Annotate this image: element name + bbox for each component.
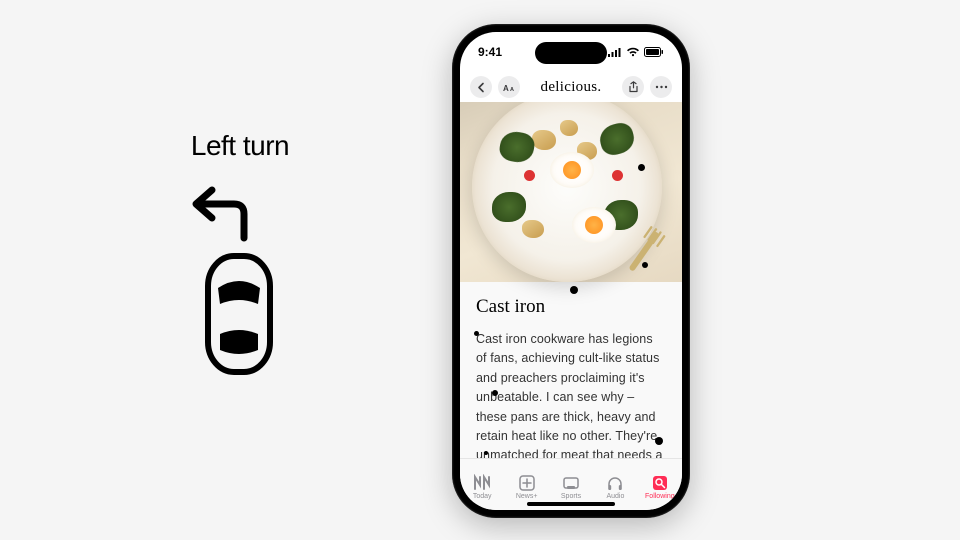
- motion-dot: [474, 331, 479, 336]
- phone-frame: 9:41: [452, 24, 690, 518]
- article-body: Cast iron cookware has legions of fans, …: [476, 330, 666, 458]
- dynamic-island: [535, 42, 607, 64]
- article-scroll[interactable]: Cast iron Cast iron cookware has legions…: [460, 102, 682, 458]
- tab-today[interactable]: Today: [460, 459, 504, 510]
- motion-dot: [570, 286, 578, 294]
- left-turn-diagram: Left turn: [120, 130, 360, 382]
- section-title: Cast iron: [476, 296, 666, 318]
- nav-bar: AA delicious.: [460, 72, 682, 102]
- arrow-and-car-icon: [160, 172, 320, 382]
- headphones-icon: [606, 474, 624, 492]
- motion-dot: [484, 451, 488, 455]
- phone-screen: 9:41: [460, 32, 682, 510]
- tab-following[interactable]: Following: [638, 459, 682, 510]
- status-time: 9:41: [478, 45, 502, 59]
- tab-label: Sports: [561, 493, 581, 500]
- hero-image: [460, 102, 682, 282]
- tab-label: News+: [516, 493, 538, 500]
- diagram-title: Left turn: [120, 130, 360, 162]
- motion-dot: [492, 390, 498, 396]
- signal-icon: [608, 47, 622, 57]
- svg-text:A: A: [510, 87, 514, 93]
- motion-dot: [642, 262, 648, 268]
- text-size-button[interactable]: AA: [498, 76, 520, 98]
- wifi-icon: [626, 47, 640, 57]
- tab-label: Audio: [606, 493, 624, 500]
- back-button[interactable]: [470, 76, 492, 98]
- newsplus-icon: [518, 474, 536, 492]
- tab-label: Today: [473, 493, 492, 500]
- tab-label: Following: [645, 493, 675, 500]
- more-button[interactable]: [650, 76, 672, 98]
- motion-dot: [655, 437, 663, 445]
- svg-text:A: A: [503, 84, 509, 93]
- motion-dot: [638, 164, 645, 171]
- following-icon: [651, 474, 669, 492]
- home-indicator[interactable]: [527, 502, 615, 506]
- fork-icon: [608, 222, 676, 290]
- sports-icon: [562, 474, 580, 492]
- news-icon: [473, 474, 491, 492]
- share-button[interactable]: [622, 76, 644, 98]
- battery-icon: [644, 47, 664, 57]
- nav-title: delicious.: [541, 79, 602, 96]
